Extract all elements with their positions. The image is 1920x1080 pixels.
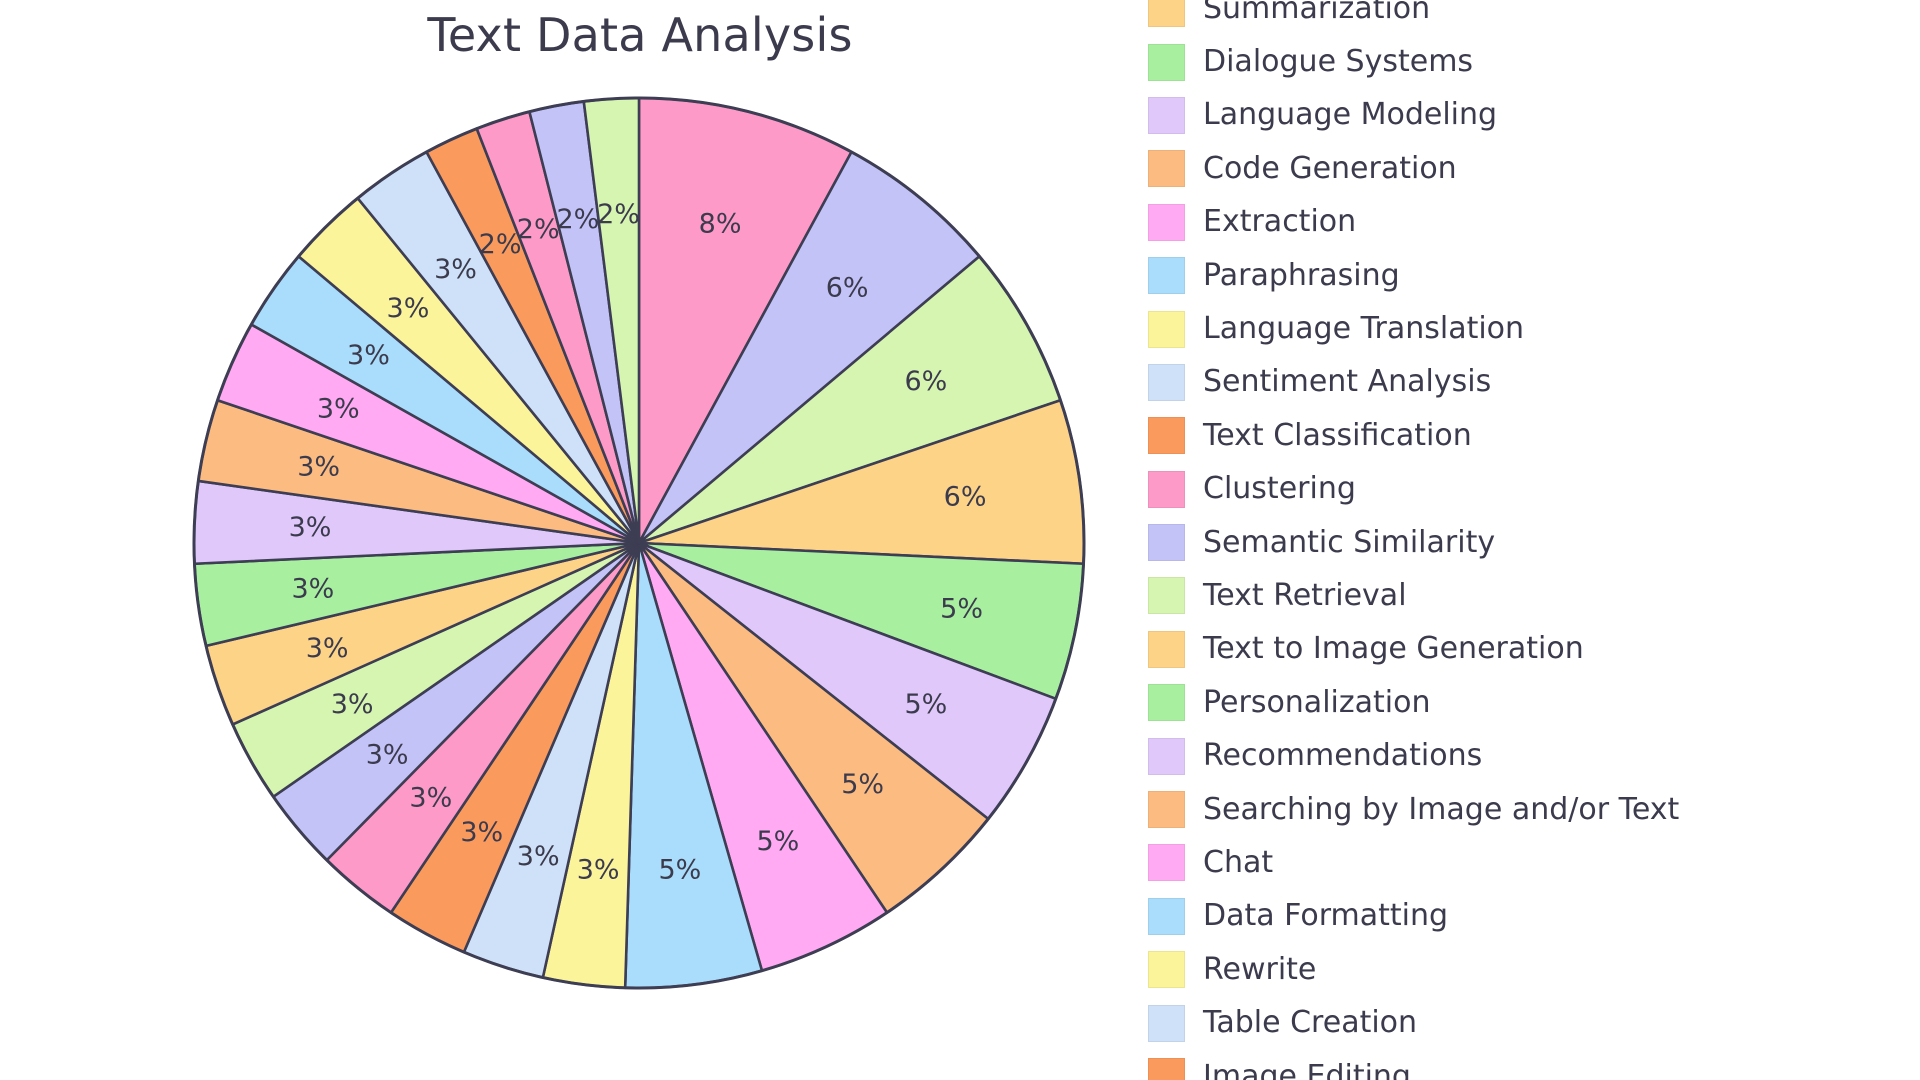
pie-slice-label: 6% [904,366,947,397]
legend-item-label: Language Modeling [1203,97,1498,133]
legend-item[interactable]: Text Classification [1148,409,1908,462]
pie-slice-label: 8% [699,208,742,239]
legend-color-swatch [1148,791,1185,829]
pie-slice-label: 5% [756,826,799,857]
pie-slice-label: 3% [317,393,360,424]
pie-slice-label: 3% [331,689,374,720]
legend-color-swatch [1148,737,1185,775]
legend-item-label: Text Retrieval [1203,577,1407,613]
legend-color-swatch [1148,524,1185,562]
pie-slice-label: 3% [291,573,334,604]
legend-item-label: Chat [1203,844,1274,880]
pie-chart: 8% 6% 6% 6% 5% 5% 5% 5% 5% 3% 3% 3% 3% 3% 3% 3% 3% 3% 3% 3%… [188,92,1090,994]
pie-slice-label: 2% [597,199,640,230]
chart-area: Text Data Analysis 8% 6% 6% 6% 5% 5% 5% 5% 5% 3% 3… [0,0,1100,1080]
legend-item[interactable]: Rewrite [1148,943,1908,996]
legend-color-swatch [1148,897,1185,935]
legend-color-swatch [1148,417,1185,455]
legend-item[interactable]: Sentiment Analysis [1148,356,1908,409]
legend-color-swatch [1148,96,1185,134]
legend-color-swatch [1148,310,1185,348]
legend-item-label: Image Editing [1203,1058,1411,1080]
legend-color-swatch [1148,630,1185,668]
pie-svg: 8%6%6%6%5%5%5%5%5%3%3%3%3%3%3%3%3%3%3%3%… [192,96,1086,990]
legend-item-label: Language Translation [1203,311,1525,347]
legend-item[interactable]: Text to Image Generation [1148,623,1908,676]
legend-color-swatch [1148,1058,1185,1080]
legend-color-swatch [1148,844,1185,882]
pie-slice-label: 6% [826,272,869,303]
legend-item-label: Dialogue Systems [1203,44,1474,80]
pie-slice-label: 5% [658,854,701,885]
legend-item[interactable]: Image Editing [1148,1050,1908,1080]
legend-item[interactable]: Text Retrieval [1148,569,1908,622]
legend-item-label: Code Generation [1203,150,1457,186]
pie-slice-label: 3% [347,340,390,371]
legend-item-label: Data Formatting [1203,898,1449,934]
legend-item[interactable]: Language Translation [1148,302,1908,355]
page-title: Text Data Analysis [427,8,853,62]
legend-item-label: Semantic Similarity [1203,524,1496,560]
pie-slice-label: 3% [306,633,349,664]
legend-item-label: Paraphrasing [1203,257,1400,293]
legend-item[interactable]: Data Formatting [1148,890,1908,943]
legend-color-swatch [1148,577,1185,615]
legend: Summarization Dialogue Systems Language Mo… [1148,0,1908,1080]
pie-slice-label: 5% [940,594,983,625]
legend-item[interactable]: Language Modeling [1148,89,1908,142]
pie-slice-label: 2% [479,229,522,260]
legend-item[interactable]: Extraction [1148,196,1908,249]
legend-item-label: Personalization [1203,684,1431,720]
pie-chart-page: Text Data Analysis 8% 6% 6% 6% 5% 5% 5% 5% 5% 3% 3… [0,0,1920,1080]
legend-item-label: Rewrite [1203,951,1317,987]
legend-item[interactable]: Searching by Image and/or Text [1148,783,1908,836]
pie-slice-label: 6% [944,482,987,513]
legend-color-swatch [1148,0,1185,28]
legend-color-swatch [1148,363,1185,401]
pie-slice-label: 3% [366,740,409,771]
pie-slice-label: 3% [517,841,560,872]
pie-slice-label: 3% [387,293,430,324]
legend-item[interactable]: Recommendations [1148,729,1908,782]
pie-slice-label: 3% [577,854,620,885]
legend-color-swatch [1148,150,1185,188]
legend-item[interactable]: Personalization [1148,676,1908,729]
legend-item[interactable]: Clustering [1148,463,1908,516]
legend-item-label: Searching by Image and/or Text [1203,791,1680,827]
pie-slice-label: 5% [841,769,884,800]
legend-item-label: Summarization [1203,0,1431,26]
legend-color-swatch [1148,43,1185,81]
pie-slice-label: 3% [289,512,332,543]
legend-item-label: Clustering [1203,471,1356,507]
pie-slice-label: 3% [409,783,452,814]
pie-slice-label: 2% [556,204,599,235]
pie-slice-label: 2% [517,214,560,245]
pie-slice-label: 3% [460,817,503,848]
legend-color-swatch [1148,203,1185,241]
legend-item[interactable]: Code Generation [1148,142,1908,195]
legend-item-label: Sentiment Analysis [1203,364,1492,400]
legend-color-swatch [1148,470,1185,508]
legend-item[interactable]: Paraphrasing [1148,249,1908,302]
legend-color-swatch [1148,1004,1185,1042]
legend-color-swatch [1148,684,1185,722]
legend-item[interactable]: Semantic Similarity [1148,516,1908,569]
legend-item-label: Text Classification [1203,417,1472,453]
legend-item-label: Recommendations [1203,738,1483,774]
pie-slice-label: 5% [904,689,947,720]
legend-color-swatch [1148,951,1185,989]
legend-item[interactable]: Summarization [1148,0,1908,35]
legend-item-label: Text to Image Generation [1203,631,1584,667]
legend-item[interactable]: Chat [1148,836,1908,889]
pie-slice-label: 3% [434,254,477,285]
legend-item[interactable]: Dialogue Systems [1148,35,1908,88]
legend-color-swatch [1148,257,1185,295]
legend-item-label: Table Creation [1203,1005,1418,1041]
legend-item[interactable]: Table Creation [1148,996,1908,1049]
pie-slice-label: 3% [297,451,340,482]
legend-item-label: Extraction [1203,204,1357,240]
